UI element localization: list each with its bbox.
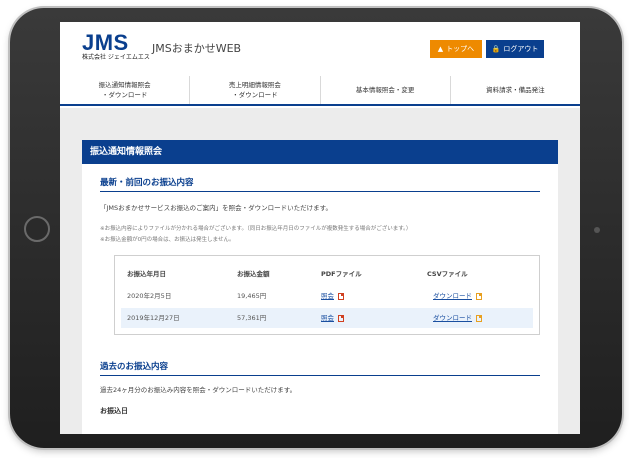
logo-subtext: 株式会社 ジェイエムエス: [82, 54, 150, 61]
table-header-row: お振込年月日 お振込金額 PDFファイル CSVファイル: [121, 264, 533, 284]
col-date: お振込年月日: [127, 270, 166, 278]
latest-section-title: 最新・前回のお振込内容: [100, 176, 540, 192]
csv-file-icon: [476, 292, 482, 300]
pdf-file-icon: [338, 314, 344, 322]
nav-basic-info[interactable]: 基本情報照会・変更: [321, 76, 451, 104]
logo-text: JMS: [82, 30, 129, 55]
site-name: JMSおまかせWEB: [152, 42, 242, 55]
global-nav: 振込通知情報照会 ・ダウンロード 売上明細情報照会 ・ダウンロード 基本情報照会…: [60, 76, 580, 106]
table-row: 2019年12月27日 57,361円 照会 ダウンロード: [121, 308, 533, 328]
logout-button[interactable]: 🔒 ログアウト: [486, 40, 544, 58]
note-1: ※お振込内容によりファイルが分かれる場合がございます。（同日お振込年月日のファイ…: [100, 226, 412, 232]
logout-button-label: ログアウト: [503, 45, 539, 53]
latest-description: 「JMSおまかせサービスお振込のご案内」を照会・ダウンロードいただけます。: [100, 204, 333, 212]
screen: JMS 株式会社 ジェイエムエス JMSおまかせWEB ▲ トップへ 🔒 ログア…: [60, 22, 580, 434]
home-button[interactable]: [24, 216, 50, 242]
csv-cell: ダウンロード: [433, 308, 482, 328]
row-amount: 19,465円: [237, 292, 267, 300]
table-row: 2020年2月5日 19,465円 照会 ダウンロード: [121, 286, 533, 306]
row-date: 2020年2月5日: [127, 292, 172, 300]
row-date: 2019年12月27日: [127, 314, 180, 322]
pdf-cell: 照会: [321, 286, 344, 306]
pdf-file-icon: [338, 292, 344, 300]
csv-download-link[interactable]: ダウンロード: [433, 314, 472, 322]
panel-title: 振込通知情報照会: [82, 140, 558, 164]
site-header: JMS 株式会社 ジェイエムエス JMSおまかせWEB ▲ トップへ 🔒 ログア…: [60, 22, 580, 74]
camera-icon: [594, 227, 600, 233]
csv-cell: ダウンロード: [433, 286, 482, 306]
col-amount: お振込金額: [237, 270, 270, 278]
nav-sales-detail[interactable]: 売上明細情報照会 ・ダウンロード: [190, 76, 321, 104]
nav-material-request[interactable]: 資料請求・備品発注: [451, 76, 580, 104]
past-section-title: 過去のお振込内容: [100, 360, 540, 376]
lock-icon: 🔒: [491, 45, 501, 53]
pdf-view-link[interactable]: 照会: [321, 292, 334, 300]
logo[interactable]: JMS 株式会社 ジェイエムエス: [82, 32, 150, 62]
csv-file-icon: [476, 314, 482, 322]
nav-transfer-notice[interactable]: 振込通知情報照会 ・ダウンロード: [60, 76, 191, 104]
pdf-cell: 照会: [321, 308, 344, 328]
top-button[interactable]: ▲ トップへ: [430, 40, 482, 58]
col-csv: CSVファイル: [427, 270, 468, 278]
col-pdf: PDFファイル: [321, 270, 362, 278]
main-panel: 振込通知情報照会 最新・前回のお振込内容 「JMSおまかせサービスお振込のご案内…: [82, 140, 558, 434]
pdf-view-link[interactable]: 照会: [321, 314, 334, 322]
home-icon: ▲: [437, 45, 444, 53]
top-button-label: トップへ: [446, 45, 475, 53]
note-2: ※お振込金額が0円の場合は、お振込は発生しません。: [100, 237, 235, 243]
past-description: 過去24ヶ月分のお振込み内容を照会・ダウンロードいただけます。: [100, 386, 297, 394]
csv-download-link[interactable]: ダウンロード: [433, 292, 472, 300]
transfer-table: お振込年月日 お振込金額 PDFファイル CSVファイル 2020年2月5日 1…: [114, 255, 540, 335]
tablet-frame: JMS 株式会社 ジェイエムエス JMSおまかせWEB ▲ トップへ 🔒 ログア…: [10, 8, 622, 448]
transfer-date-label: お振込日: [100, 407, 128, 415]
row-amount: 57,361円: [237, 314, 267, 322]
